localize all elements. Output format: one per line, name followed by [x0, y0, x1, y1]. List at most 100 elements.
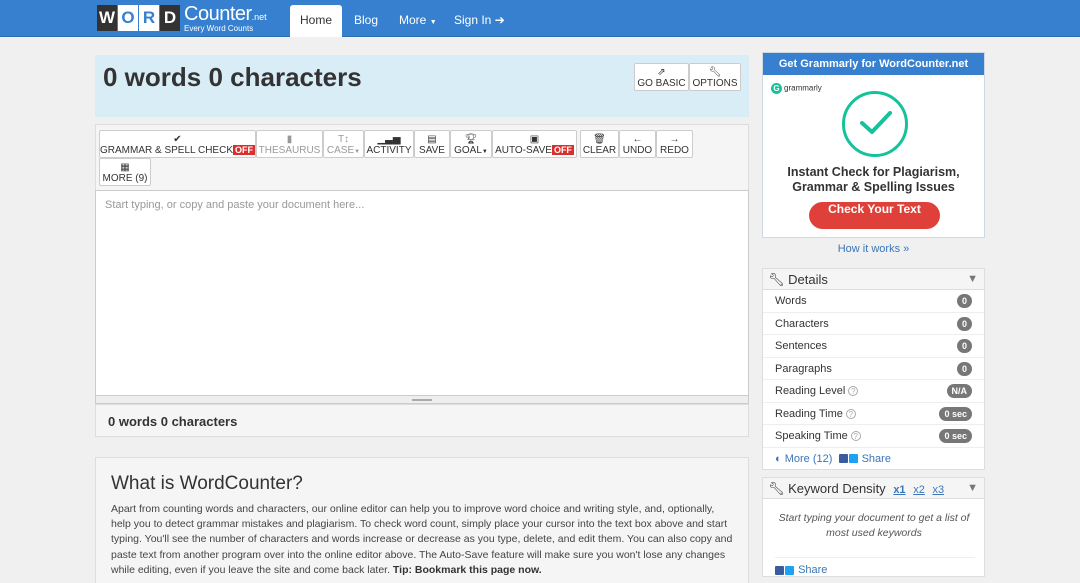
logo-net-text: .net: [251, 12, 267, 22]
help-icon[interactable]: ?: [850, 431, 861, 442]
resize-grip-icon: [412, 399, 432, 401]
grid-icon: ▦: [120, 162, 130, 173]
undo-button[interactable]: ← UNDO: [619, 130, 656, 158]
logo-main-text: Counter: [184, 3, 252, 25]
redo-button[interactable]: → REDO: [656, 130, 693, 158]
details-row-reading-level: Reading Level? N/A: [763, 380, 984, 403]
goal-label: GOAL: [454, 145, 482, 156]
thesaurus-button[interactable]: ▮ THESAURUS: [256, 130, 323, 158]
wrench-icon: 🔧︎: [768, 481, 785, 496]
clear-button[interactable]: 🗑︎ CLEAR: [580, 130, 619, 158]
chevron-down-icon[interactable]: ▼: [967, 269, 978, 290]
footer-count-text: 0 words 0 characters: [108, 414, 238, 429]
more-details-label: More (12): [784, 452, 833, 465]
nav-signin-link[interactable]: Sign In ➔: [454, 0, 505, 37]
density-x2-link[interactable]: x2: [913, 484, 925, 496]
caret-down-icon: ▼: [354, 149, 361, 155]
about-tip: Tip: Bookmark this page now.: [392, 563, 542, 576]
more-tools-label: MORE (9): [102, 173, 148, 184]
about-title: What is WordCounter?: [111, 473, 303, 494]
options-label: OPTIONS: [692, 78, 738, 89]
nav-more-dropdown[interactable]: More ▼: [399, 0, 437, 37]
case-dropdown-button[interactable]: T↕ CASE▼: [323, 130, 364, 158]
keyword-share-link[interactable]: Share: [775, 557, 975, 576]
editor-resize-handle[interactable]: [95, 396, 749, 404]
options-button[interactable]: 🔧︎ OPTIONS: [689, 63, 741, 91]
save-doc-icon: ▤: [427, 134, 437, 145]
details-row-label: Words: [775, 295, 807, 307]
details-row-label: Paragraphs: [775, 362, 832, 375]
about-body: Apart from counting words and characters…: [111, 502, 735, 578]
check-your-text-button[interactable]: Check Your Text: [809, 202, 940, 229]
arrow-right-icon: →: [669, 134, 680, 145]
more-details-link[interactable]: ◐ More (12): [775, 453, 832, 465]
editor-placeholder: Start typing, or copy and paste your doc…: [105, 199, 365, 211]
share-label: Share: [861, 452, 891, 465]
grammarly-g-icon: G: [771, 83, 782, 94]
trash-icon: 🗑︎: [593, 134, 606, 145]
details-header[interactable]: 🔧︎ Details ▼: [763, 269, 984, 290]
activity-button[interactable]: ▁▃▅ ACTIVITY: [364, 130, 414, 158]
go-basic-label: GO BASIC: [637, 78, 686, 89]
details-row-characters: Characters 0: [763, 313, 984, 335]
keyword-density-panel: 🔧︎ Keyword Density x1 x2 x3 ▼ Start typi…: [762, 477, 985, 577]
grammarly-logo: Ggrammarly: [771, 83, 822, 94]
checkmark-circle-icon: [842, 91, 908, 157]
clear-label: CLEAR: [582, 145, 617, 156]
facebook-icon: [838, 454, 848, 464]
trophy-icon: 🏆︎: [464, 134, 478, 145]
details-row-label: Reading Time?: [775, 408, 856, 420]
thesaurus-label: THESAURUS: [258, 145, 321, 156]
redo-label: REDO: [660, 145, 689, 156]
details-row-value: 0 sec: [939, 406, 972, 421]
help-icon[interactable]: ?: [848, 386, 859, 397]
details-row-label-text: Reading Time: [775, 407, 843, 420]
logo-letter: O: [118, 5, 138, 31]
nav-blog-link[interactable]: Blog: [354, 0, 378, 37]
details-panel: 🔧︎ Details ▼ Words 0 Characters 0 Sentence…: [762, 268, 985, 470]
details-row-speaking-time: Speaking Time? 0 sec: [763, 425, 984, 448]
logo-tagline: Every Word Counts: [184, 24, 254, 33]
details-row-sentences: Sentences 0: [763, 335, 984, 358]
keyword-density-empty-text: Start typing your document to get a list…: [778, 512, 970, 539]
nav-home-tab[interactable]: Home: [290, 5, 342, 37]
details-footer: ◐ More (12) Share: [763, 448, 984, 470]
grammarly-ad[interactable]: Get Grammarly for WordCounter.net Ggramm…: [762, 52, 985, 238]
how-it-works-link[interactable]: How it works »: [762, 243, 985, 255]
details-row-value: 0: [956, 339, 972, 353]
toggle-icon: ◐: [775, 452, 782, 465]
caret-down-icon: ▼: [481, 149, 488, 155]
go-basic-button[interactable]: ⇗ GO BASIC: [634, 63, 689, 91]
nav-more-label: More: [399, 13, 427, 27]
undo-label: UNDO: [622, 145, 653, 156]
save-button[interactable]: ▤ SAVE: [414, 130, 450, 158]
nav-signin-label: Sign In: [454, 13, 492, 27]
share-link[interactable]: Share: [838, 452, 891, 465]
check-icon: ✔: [173, 134, 182, 145]
site-logo[interactable]: W O R D Counter.net Every Word Counts: [97, 3, 267, 33]
details-row-value: 0: [956, 361, 972, 376]
chevron-down-icon[interactable]: ▼: [967, 478, 978, 499]
density-x3-link[interactable]: x3: [932, 484, 944, 496]
grammar-off-badge: OFF: [233, 145, 255, 155]
details-row-label: Speaking Time?: [775, 430, 861, 442]
grammar-spell-check-button[interactable]: ✔ GRAMMAR & SPELL CHECK OFF: [99, 130, 256, 158]
logo-letter: R: [139, 5, 159, 31]
more-tools-button[interactable]: ▦ MORE (9): [99, 158, 151, 186]
keyword-density-header[interactable]: 🔧︎ Keyword Density x1 x2 x3 ▼: [763, 478, 984, 499]
details-row-value: N/A: [946, 384, 972, 398]
goal-dropdown-button[interactable]: 🏆︎ GOAL▼: [450, 130, 492, 158]
ad-headline-line-2: Grammar & Spelling Issues: [792, 180, 955, 194]
details-row-reading-time: Reading Time? 0 sec: [763, 403, 984, 425]
activity-label: ACTIVITY: [366, 145, 412, 156]
document-textarea[interactable]: Start typing, or copy and paste your doc…: [95, 190, 749, 396]
help-icon[interactable]: ?: [845, 408, 856, 419]
details-row-words: Words 0: [763, 290, 984, 313]
auto-save-button[interactable]: ▣ AUTO-SAVE OFF: [492, 130, 577, 158]
ad-headline: Instant Check for Plagiarism, Grammar & …: [763, 165, 984, 195]
floppy-disk-icon: ▣: [529, 134, 540, 145]
text-height-icon: T↕: [337, 134, 350, 145]
density-x1-link[interactable]: x1: [893, 484, 905, 496]
auto-save-off-badge: OFF: [551, 145, 574, 155]
word-count-footer: 0 words 0 characters: [95, 404, 749, 437]
